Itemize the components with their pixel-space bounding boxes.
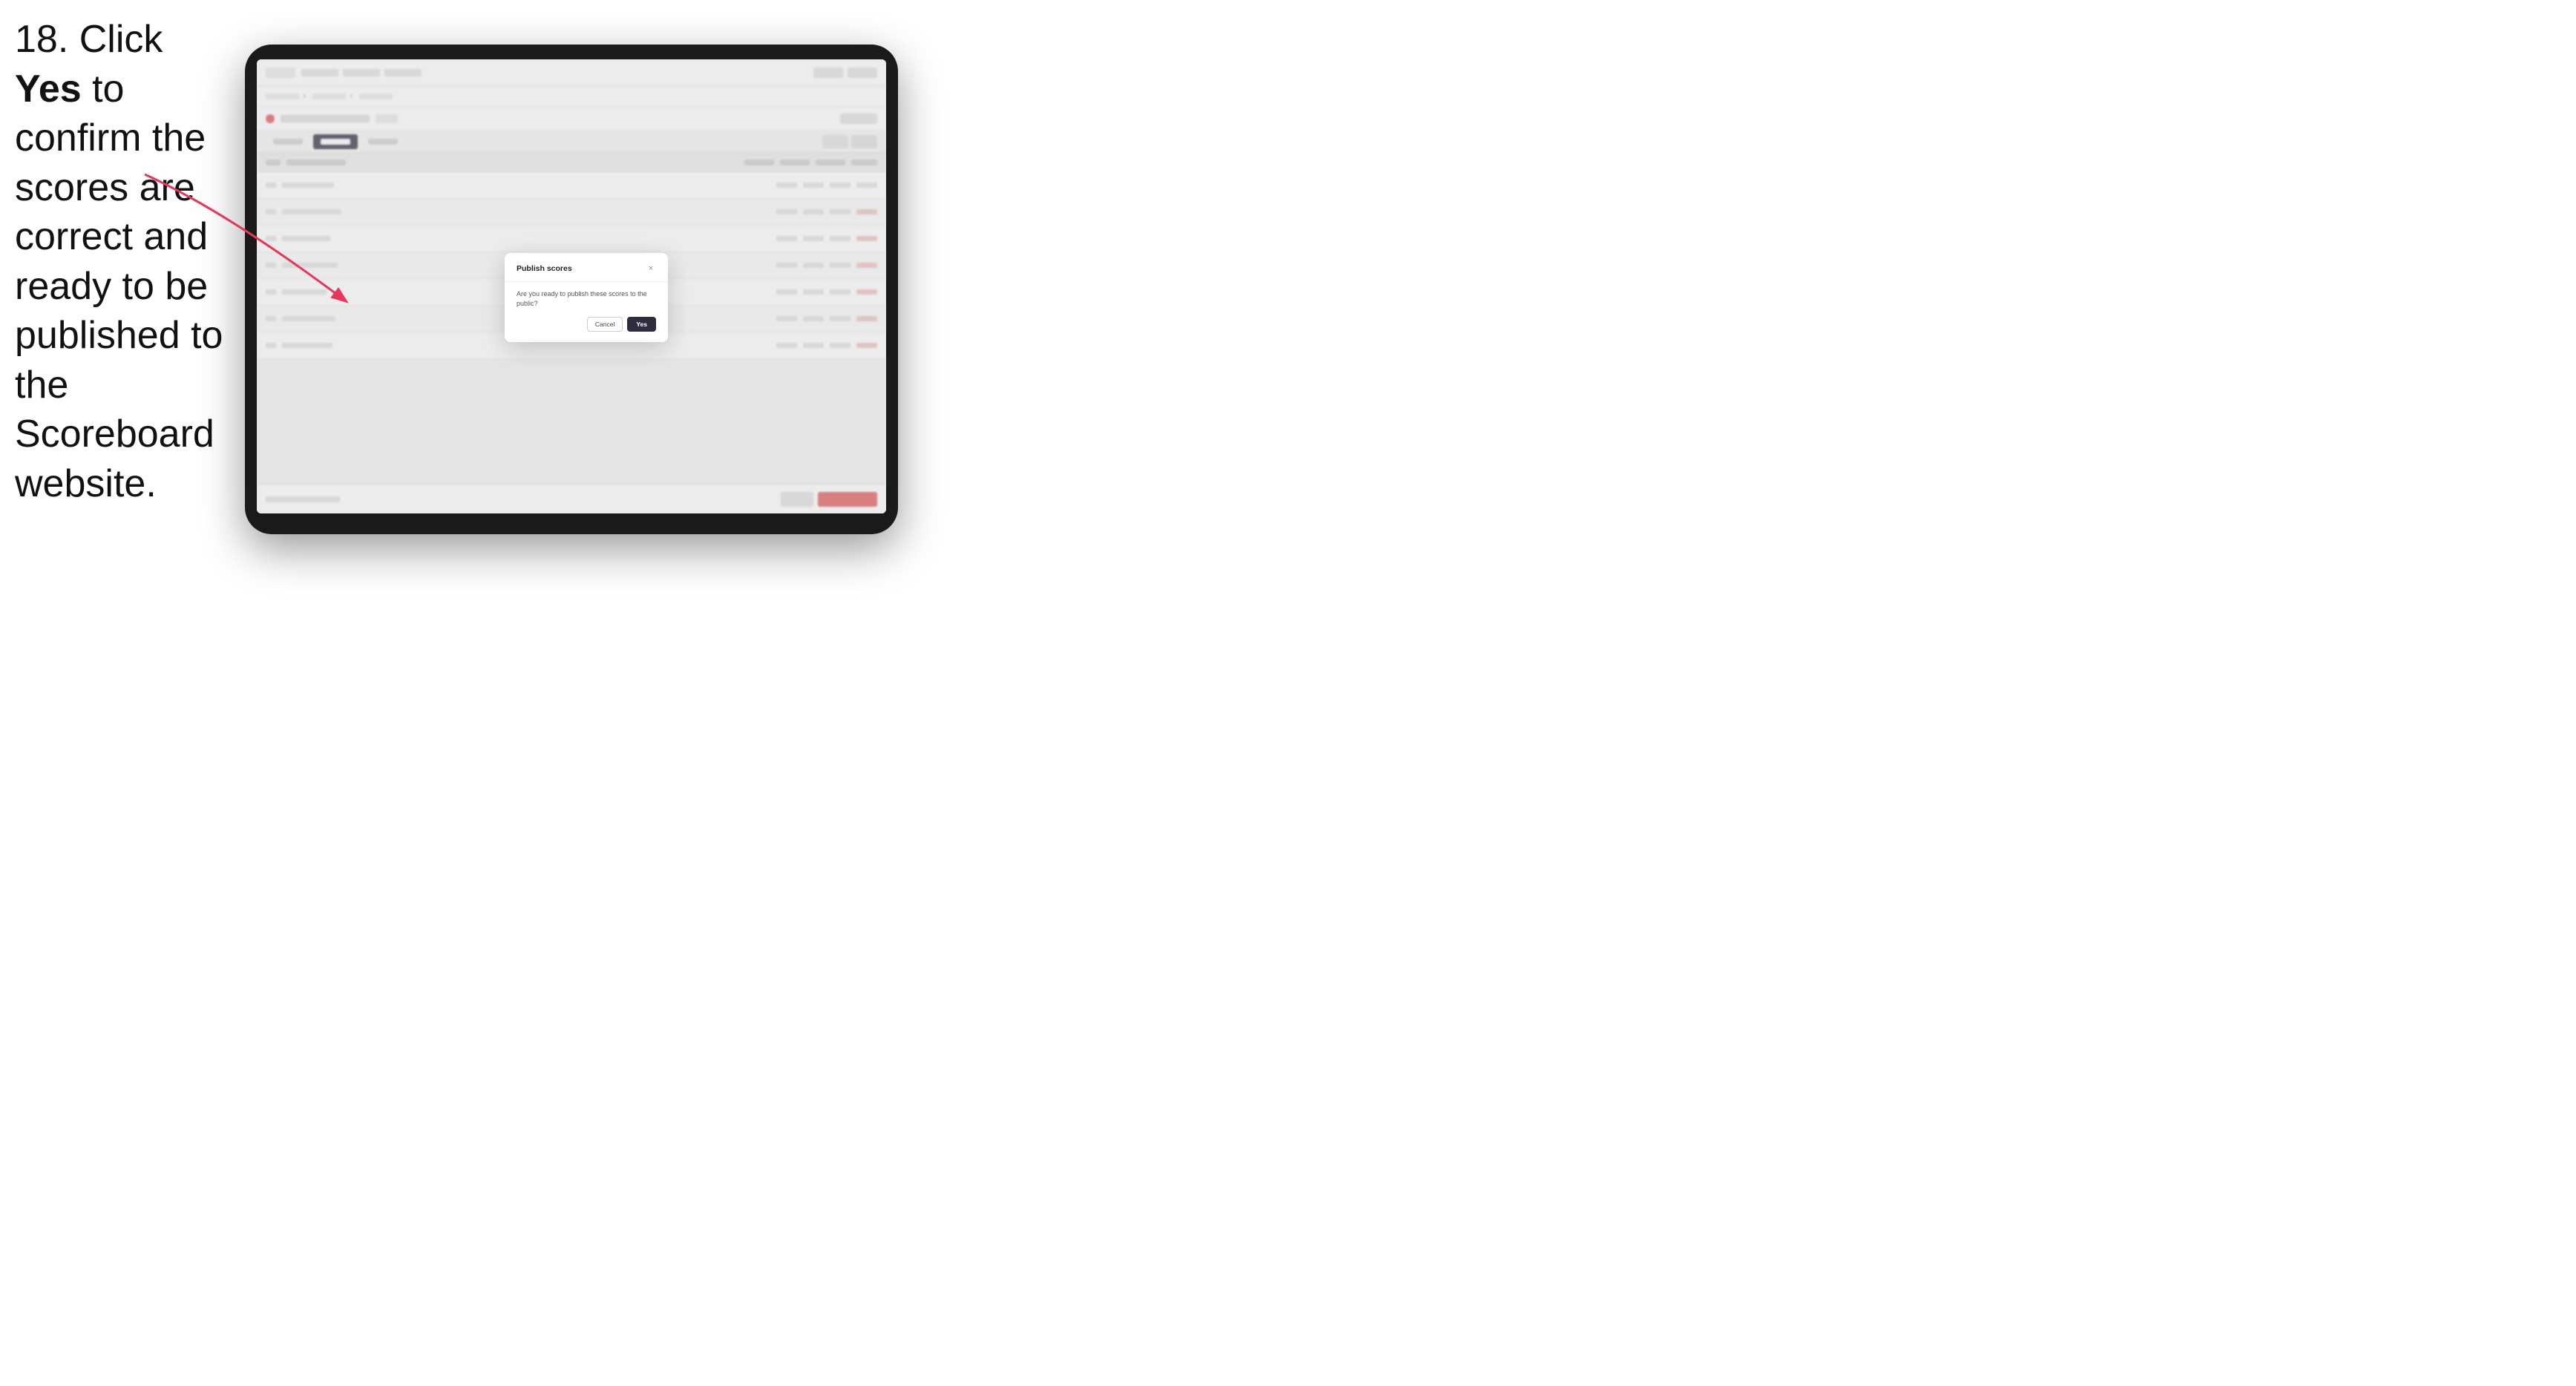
- dialog-message: Are you ready to publish these scores to…: [517, 289, 656, 308]
- dialog-actions: Cancel Yes: [517, 317, 656, 332]
- cancel-button[interactable]: Cancel: [587, 317, 623, 332]
- modal-overlay: Publish scores × Are you ready to publis…: [257, 59, 886, 513]
- tablet-screen: Publish scores × Are you ready to publis…: [257, 59, 886, 513]
- dialog-header: Publish scores ×: [505, 253, 668, 282]
- dialog-title: Publish scores: [517, 264, 572, 273]
- tablet-device: Publish scores × Are you ready to publis…: [245, 45, 898, 534]
- text-before-bold: Click: [68, 18, 163, 61]
- dialog-body: Are you ready to publish these scores to…: [505, 282, 668, 342]
- step-number: 18.: [15, 18, 68, 61]
- instruction-text: 18. Click Yes to confirm the scores are …: [15, 15, 230, 508]
- bold-yes: Yes: [15, 68, 82, 111]
- dialog-close-button[interactable]: ×: [646, 263, 656, 274]
- publish-scores-dialog: Publish scores × Are you ready to publis…: [505, 253, 668, 342]
- text-after-bold: to confirm the scores are correct and re…: [15, 68, 223, 505]
- yes-button[interactable]: Yes: [627, 317, 656, 332]
